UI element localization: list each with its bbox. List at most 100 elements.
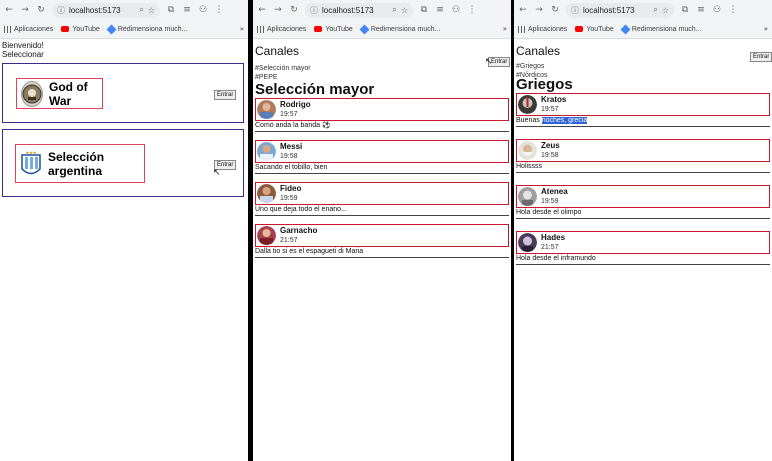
message-text-plain: Buenas <box>516 117 542 124</box>
bookmark-redimensiona[interactable]: Redimensiona much... <box>106 24 187 34</box>
bookmarks-overflow-icon[interactable]: » <box>240 25 244 33</box>
message-text: Dalla tio si es el espagueti di Maria <box>255 247 509 258</box>
server-chip[interactable]: God of War <box>16 78 103 109</box>
message-time: 19:58 <box>280 153 298 160</box>
message-author: Garnacho <box>280 226 318 235</box>
reload-icon[interactable]: ↻ <box>289 0 299 20</box>
bookmark-label: Redimensiona much... <box>370 25 441 33</box>
bookmark-redimensiona[interactable]: Redimensiona much... <box>620 24 701 34</box>
forward-icon[interactable]: → <box>534 0 544 20</box>
reload-icon[interactable]: ↻ <box>550 0 560 20</box>
address-bar[interactable]: ⓘ localhost:5173 ⌕ ☆ <box>566 2 674 18</box>
enter-button[interactable]: Entrar <box>750 52 772 62</box>
channel-heading: Griegos <box>516 76 573 93</box>
bookmarks-bar: Aplicaciones YouTube Redimensiona much..… <box>514 20 772 39</box>
channel-link-griegos[interactable]: #Griegos <box>516 62 770 71</box>
message-author: Hades <box>541 233 566 242</box>
welcome-text: Bienvenido! <box>2 41 44 50</box>
message-header: Messi 19:58 <box>255 140 509 163</box>
message-time: 19:58 <box>541 152 559 159</box>
bookmark-star-icon[interactable]: ☆ <box>148 6 155 15</box>
browser-window-2: ← → ↻ ⓘ localhost:5173 ⌕ ☆ ⧉ ≡ ⚇ ⋮ Aplic… <box>253 0 511 461</box>
bookmark-youtube[interactable]: YouTube <box>314 26 353 33</box>
apps-grid-icon <box>4 25 11 33</box>
bookmarks-bar: Aplicaciones YouTube Redimensiona much..… <box>253 20 511 39</box>
menu-icon[interactable]: ⋮ <box>467 0 477 20</box>
message: Kratos 19:57 Buenas noches, grecia <box>516 93 770 127</box>
message-text: Como anda la banda ⚽ <box>255 121 509 132</box>
profile-icon[interactable]: ⚇ <box>712 0 722 20</box>
forward-icon[interactable]: → <box>273 0 283 20</box>
message: Messi 19:58 Sacando el tobillo, bien <box>255 140 509 174</box>
browser-toolbar: ← → ↻ ⓘ localhost:5173 ⌕ ☆ ⧉ ≡ ⚇ ⋮ <box>0 0 248 20</box>
message-text: Hola desde el inframundo <box>516 254 770 265</box>
message-header: Garnacho 21:57 <box>255 224 509 247</box>
browser-window-3: ← → ↻ ⓘ localhost:5173 ⌕ ☆ ⧉ ≡ ⚇ ⋮ Aplic… <box>514 0 772 461</box>
browser-window-1: ← → ↻ ⓘ localhost:5173 ⌕ ☆ ⧉ ≡ ⚇ ⋮ Aplic… <box>0 0 248 461</box>
zoom-icon[interactable]: ⌕ <box>392 5 396 15</box>
message-text: Buenas noches, grecia <box>516 116 770 127</box>
profile-icon[interactable]: ⚇ <box>198 0 208 20</box>
channel-link-seleccion-mayor[interactable]: #Selección mayor <box>255 64 509 73</box>
bookmarks-overflow-icon[interactable]: » <box>764 25 768 33</box>
address-bar[interactable]: ⓘ localhost:5173 ⌕ ☆ <box>52 2 160 18</box>
message-header: Rodrigo 19:57 <box>255 98 509 121</box>
back-icon[interactable]: ← <box>257 0 267 20</box>
message-time: 19:57 <box>541 106 559 113</box>
back-icon[interactable]: ← <box>4 0 14 20</box>
bookmark-star-icon[interactable]: ☆ <box>662 6 669 15</box>
bookmark-youtube[interactable]: YouTube <box>61 26 100 33</box>
avatar <box>518 95 537 114</box>
address-bar[interactable]: ⓘ localhost:5173 ⌕ ☆ <box>305 2 413 18</box>
media-icon[interactable]: ≡ <box>696 0 706 20</box>
avatar <box>257 226 276 245</box>
message-time: 21:57 <box>541 244 559 251</box>
extensions-icon[interactable]: ⧉ <box>419 0 429 20</box>
extensions-icon[interactable]: ⧉ <box>680 0 690 20</box>
zoom-icon[interactable]: ⌕ <box>653 5 657 15</box>
server-chip[interactable]: ★★★ Selección argentina <box>15 144 145 183</box>
message: Zeus 19:58 Holissss <box>516 139 770 173</box>
bookmarks-overflow-icon[interactable]: » <box>503 25 507 33</box>
bookmark-apps[interactable]: Aplicaciones <box>257 25 306 33</box>
menu-icon[interactable]: ⋮ <box>728 0 738 20</box>
bookmark-redimensiona[interactable]: Redimensiona much... <box>359 24 441 34</box>
message-text: Hola desde el olimpo <box>516 208 770 219</box>
message-author: Zeus <box>541 141 560 150</box>
menu-icon[interactable]: ⋮ <box>214 0 224 20</box>
god-of-war-logo-icon <box>21 80 43 107</box>
bookmark-youtube[interactable]: YouTube <box>575 26 614 33</box>
message-text-selected: noches, grecia <box>541 117 588 124</box>
server-name: Selección argentina <box>48 149 105 178</box>
message-header: Kratos 19:57 <box>516 93 770 116</box>
site-info-icon[interactable]: ⓘ <box>571 5 579 16</box>
apps-grid-icon <box>257 25 264 33</box>
message-author: Fideo <box>280 184 302 193</box>
browser-toolbar: ← → ↻ ⓘ localhost:5173 ⌕ ☆ ⧉ ≡ ⚇ ⋮ <box>253 0 511 20</box>
profile-icon[interactable]: ⚇ <box>451 0 461 20</box>
zoom-icon[interactable]: ⌕ <box>139 5 143 15</box>
bookmark-apps[interactable]: Aplicaciones <box>4 25 53 33</box>
bookmark-label: YouTube <box>586 25 614 33</box>
mouse-cursor-icon: ↖ <box>213 168 221 178</box>
extensions-icon[interactable]: ⧉ <box>166 0 176 20</box>
media-icon[interactable]: ≡ <box>182 0 192 20</box>
message-author: Atenea <box>541 187 568 196</box>
bookmark-apps[interactable]: Aplicaciones <box>518 25 567 33</box>
site-info-icon[interactable]: ⓘ <box>310 5 318 16</box>
message-author: Messi <box>280 142 303 151</box>
message-header: Fideo 19:59 <box>255 182 509 205</box>
message-header: Atenea 19:59 <box>516 185 770 208</box>
message-time: 21:57 <box>280 237 298 244</box>
back-icon[interactable]: ← <box>518 0 528 20</box>
server-card-seleccion-argentina: ★★★ Selección argentina Entrar ↖ <box>2 129 244 197</box>
message-text: Uno que deja todo el enano... <box>255 205 509 216</box>
reload-icon[interactable]: ↻ <box>36 0 46 20</box>
enter-button[interactable]: Entrar <box>214 90 237 100</box>
bookmark-star-icon[interactable]: ☆ <box>401 6 408 15</box>
avatar <box>518 187 537 206</box>
site-info-icon[interactable]: ⓘ <box>57 5 65 16</box>
message: Rodrigo 19:57 Como anda la banda ⚽ <box>255 98 509 132</box>
media-icon[interactable]: ≡ <box>435 0 445 20</box>
forward-icon[interactable]: → <box>20 0 30 20</box>
